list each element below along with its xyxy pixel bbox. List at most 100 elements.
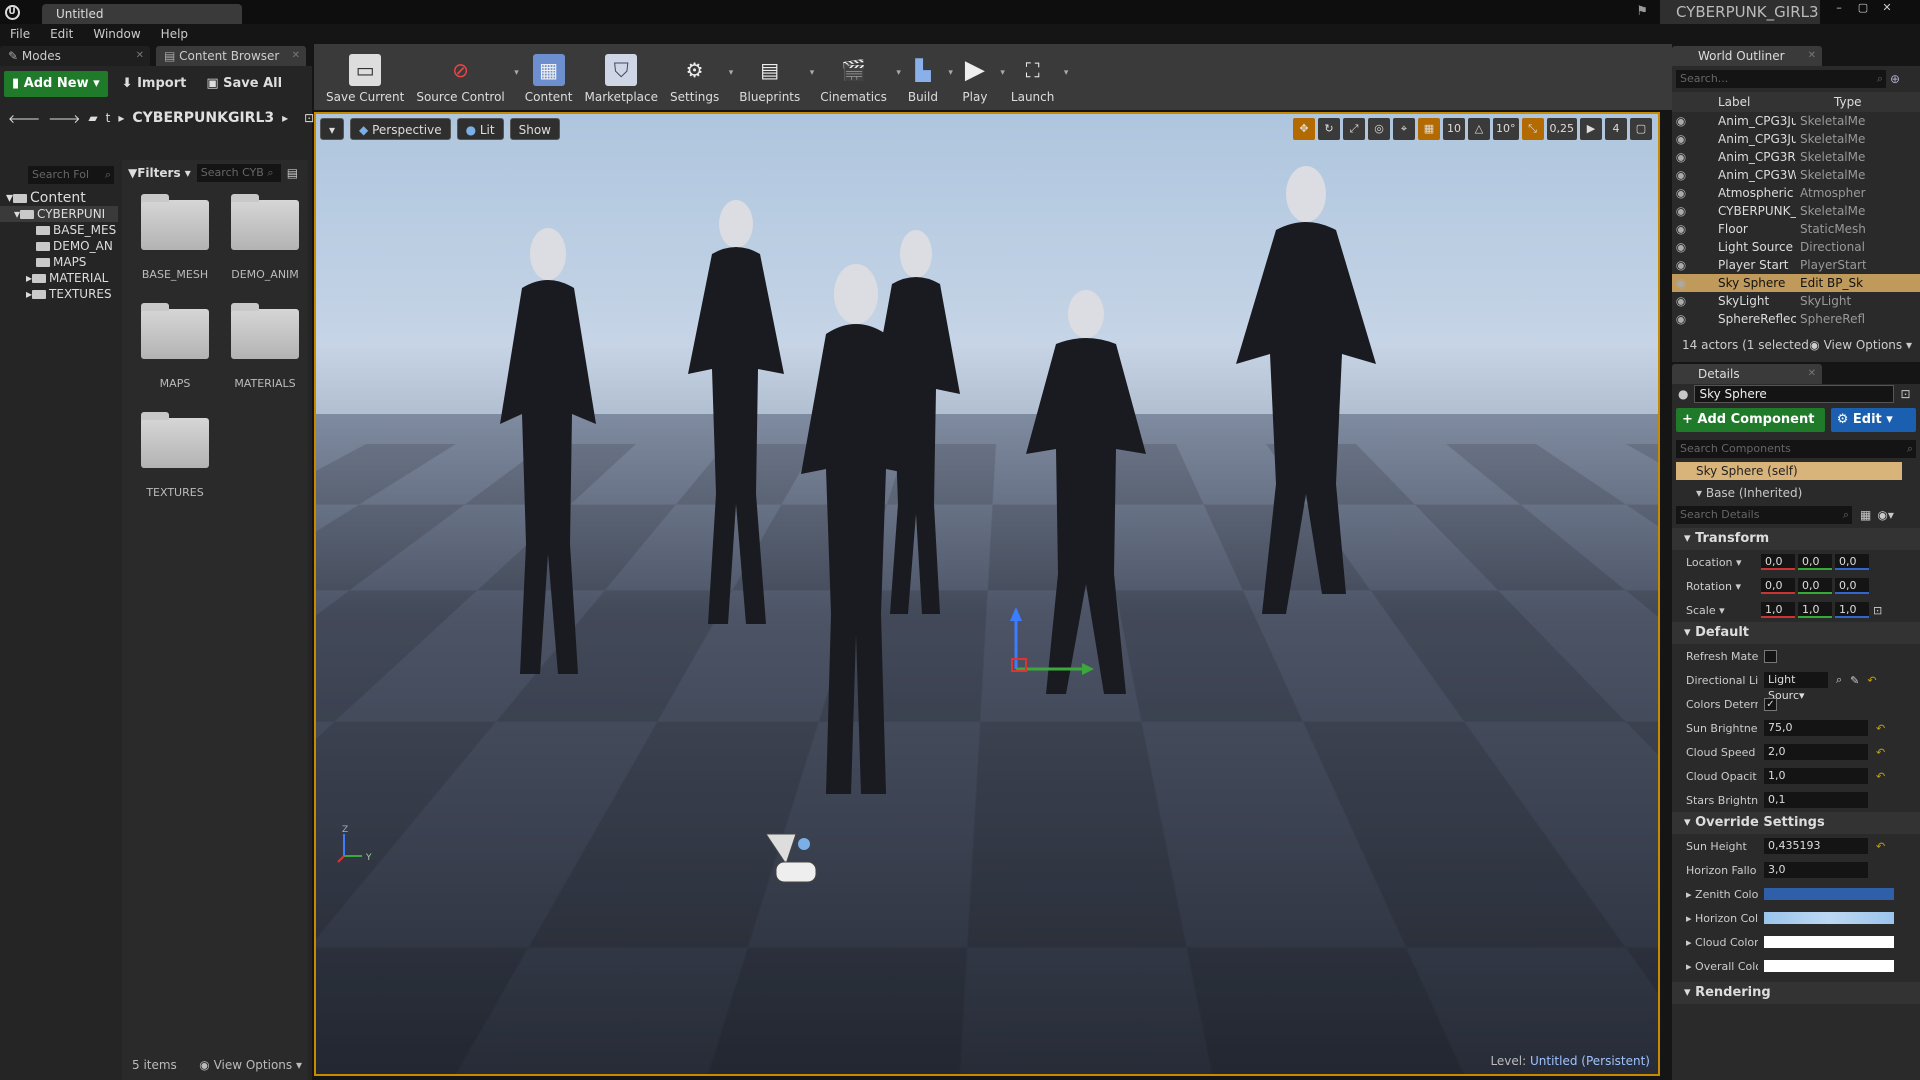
cinematics-button[interactable]: 🎬 Cinematics ▾	[814, 44, 901, 104]
sun-brightness-field[interactable]: 75,0	[1764, 720, 1868, 736]
column-type[interactable]: Type	[1814, 92, 1884, 112]
section-override[interactable]: ▾ Override Settings	[1672, 812, 1920, 834]
rotation-y[interactable]: 0,0	[1798, 578, 1832, 594]
outliner-row[interactable]: ◉ Anim_CPG3Jump SkeletalMe	[1672, 112, 1920, 130]
forward-arrow-icon[interactable]: 🡒	[48, 111, 80, 126]
cloud-opacity-field[interactable]: 1,0	[1764, 768, 1868, 784]
scale-x[interactable]: 1,0	[1761, 602, 1795, 618]
close-icon[interactable]: ✕	[136, 46, 144, 66]
visibility-eye-icon[interactable]: ◉	[1672, 256, 1690, 274]
outliner-row[interactable]: ◉ Anim_CPG3Run SkeletalMe	[1672, 148, 1920, 166]
outliner-search-input[interactable]: Search... ⌕	[1676, 70, 1886, 88]
menu-help[interactable]: Help	[151, 24, 198, 44]
component-search-input[interactable]: Search Components ⌕	[1676, 440, 1916, 458]
maximize-button[interactable]: ▢	[1852, 0, 1874, 16]
folder-search-input[interactable]: Search Fol ⌕	[28, 166, 114, 184]
save-all-button[interactable]: ▣ Save All	[200, 71, 288, 97]
outliner-view-options-button[interactable]: ◉ View Options ▾	[1809, 334, 1912, 356]
folder-path-icon[interactable]: ▰	[88, 111, 97, 125]
perspective-button[interactable]: ◆ Perspective	[350, 118, 451, 140]
lock-icon[interactable]: ⊡	[304, 111, 314, 125]
close-button[interactable]: ✕	[1876, 0, 1898, 16]
tree-item-base-mesh[interactable]: BASE_MES	[0, 222, 118, 238]
tree-item-textures[interactable]: ▸ TEXTURES	[0, 286, 118, 302]
tab-content-browser[interactable]: ▤ Content Browser ✕	[156, 46, 306, 66]
menu-edit[interactable]: Edit	[40, 24, 83, 44]
component-inherited-row[interactable]: ▾ Base (Inherited)	[1676, 484, 1902, 502]
sun-height-field[interactable]: 0,435193	[1764, 838, 1868, 854]
close-icon[interactable]: ✕	[1808, 46, 1816, 66]
search-icon[interactable]: ⌕	[1836, 673, 1842, 687]
menu-file[interactable]: File	[0, 24, 40, 44]
outliner-row[interactable]: ◉ Light Source Directional	[1672, 238, 1920, 256]
level-viewport[interactable]: Z Y ▾ ◆ Perspective ● Lit Show ✥ ↻ ⤢ ◎ ⌖…	[314, 112, 1660, 1076]
visibility-eye-icon[interactable]: ◉	[1672, 112, 1690, 130]
tab-details[interactable]: Details ✕	[1672, 364, 1822, 384]
add-actor-icon[interactable]: ⊕	[1890, 72, 1900, 86]
grid-snap-icon[interactable]: ▦	[1418, 118, 1440, 140]
folder-tile[interactable]: BASE_MESH	[130, 192, 220, 281]
viewport-options-button[interactable]: ▾	[320, 118, 345, 140]
settings-button[interactable]: ⚙ Settings ▾	[664, 44, 733, 104]
menu-window[interactable]: Window	[83, 24, 150, 44]
rotation-snap-icon[interactable]: △	[1468, 118, 1490, 140]
back-arrow-icon[interactable]: 🡐	[8, 111, 40, 126]
prop-label[interactable]: Scale ▾	[1686, 604, 1758, 617]
scale-icon[interactable]: ⤢	[1343, 118, 1365, 140]
folder-tile[interactable]: MATERIALS	[220, 301, 310, 390]
content-button[interactable]: ▦ Content	[519, 44, 579, 104]
translate-icon[interactable]: ✥	[1293, 118, 1315, 140]
add-component-button[interactable]: + Add Component ▾	[1676, 408, 1825, 451]
tree-item-demo-anim[interactable]: DEMO_AN	[0, 238, 118, 254]
camera-speed-icon[interactable]: ▶	[1580, 118, 1602, 140]
feedback-flag-icon[interactable]: ⚑	[1636, 4, 1648, 19]
cloud-color-swatch[interactable]	[1764, 936, 1894, 948]
asset-search-input[interactable]: Search CYB ⌕	[196, 164, 281, 182]
cloud-speed-field[interactable]: 2,0	[1764, 744, 1868, 760]
reset-icon[interactable]: ↶	[1876, 746, 1885, 759]
component-self-row[interactable]: Sky Sphere (self)	[1676, 462, 1902, 480]
chevron-down-icon[interactable]: ▾	[1064, 68, 1069, 78]
rotation-z[interactable]: 0,0	[1835, 578, 1869, 594]
prop-label[interactable]: Location ▾	[1686, 556, 1758, 569]
edit-blueprint-button[interactable]: ⚙ Edit ▾	[1830, 408, 1916, 432]
blueprints-button[interactable]: ▤ Blueprints ▾	[733, 44, 814, 104]
chevron-right-icon[interactable]: ▸	[282, 111, 288, 125]
tree-item-materials[interactable]: ▸ MATERIAL	[0, 270, 118, 286]
reset-icon[interactable]: ↶	[1876, 840, 1885, 853]
source-control-button[interactable]: ⊘ Source Control ▾	[410, 44, 518, 104]
reset-icon[interactable]: ↶	[1867, 674, 1876, 687]
view-options-button[interactable]: ◉ View Options ▾	[199, 1058, 302, 1072]
visibility-eye-icon[interactable]: ◉	[1672, 292, 1690, 310]
scale-snap-value[interactable]: 0,25	[1546, 118, 1577, 140]
location-z[interactable]: 0,0	[1835, 554, 1869, 570]
breadcrumb[interactable]: CYBERPUNKGIRL3	[132, 110, 274, 126]
marketplace-button[interactable]: ⛉ Marketplace	[578, 44, 664, 104]
overall-color-swatch[interactable]	[1764, 960, 1894, 972]
launch-button[interactable]: ⛶ Launch ▾	[1005, 44, 1068, 104]
location-y[interactable]: 0,0	[1798, 554, 1832, 570]
section-rendering[interactable]: ▾ Rendering	[1672, 982, 1920, 1004]
filters-button[interactable]: ▼Filters ▾	[128, 166, 191, 180]
visibility-eye-icon[interactable]: ◉	[1672, 310, 1690, 328]
rotation-snap-value[interactable]: 10°	[1493, 118, 1519, 140]
build-button[interactable]: ▙ Build ▾	[901, 44, 953, 104]
picker-icon[interactable]: ✎	[1850, 674, 1859, 687]
tree-item-project[interactable]: ▾ CYBERPUNI	[0, 206, 118, 222]
visibility-eye-icon[interactable]: ◉	[1672, 166, 1690, 184]
folder-tile[interactable]: TEXTURES	[130, 410, 220, 499]
section-default[interactable]: ▾ Default	[1672, 622, 1920, 644]
outliner-row[interactable]: ◉ Atmospheric Fog Atmospher	[1672, 184, 1920, 202]
settings-icon[interactable]: ▤	[287, 166, 298, 180]
outliner-row[interactable]: ◉ SphereReflection SphereRefl	[1672, 310, 1920, 328]
folder-tile[interactable]: MAPS	[130, 301, 220, 390]
close-icon[interactable]: ✕	[1808, 364, 1816, 384]
lit-button[interactable]: ● Lit	[456, 118, 504, 140]
tree-item-maps[interactable]: MAPS	[0, 254, 118, 270]
section-transform[interactable]: ▾ Transform	[1672, 528, 1920, 550]
outliner-row[interactable]: ◉ Anim_CPG3Jump SkeletalMe	[1672, 130, 1920, 148]
prop-label[interactable]: Rotation ▾	[1686, 580, 1758, 593]
close-icon[interactable]: ✕	[292, 46, 300, 66]
rotation-x[interactable]: 0,0	[1761, 578, 1795, 594]
world-space-icon[interactable]: ◎	[1368, 118, 1390, 140]
